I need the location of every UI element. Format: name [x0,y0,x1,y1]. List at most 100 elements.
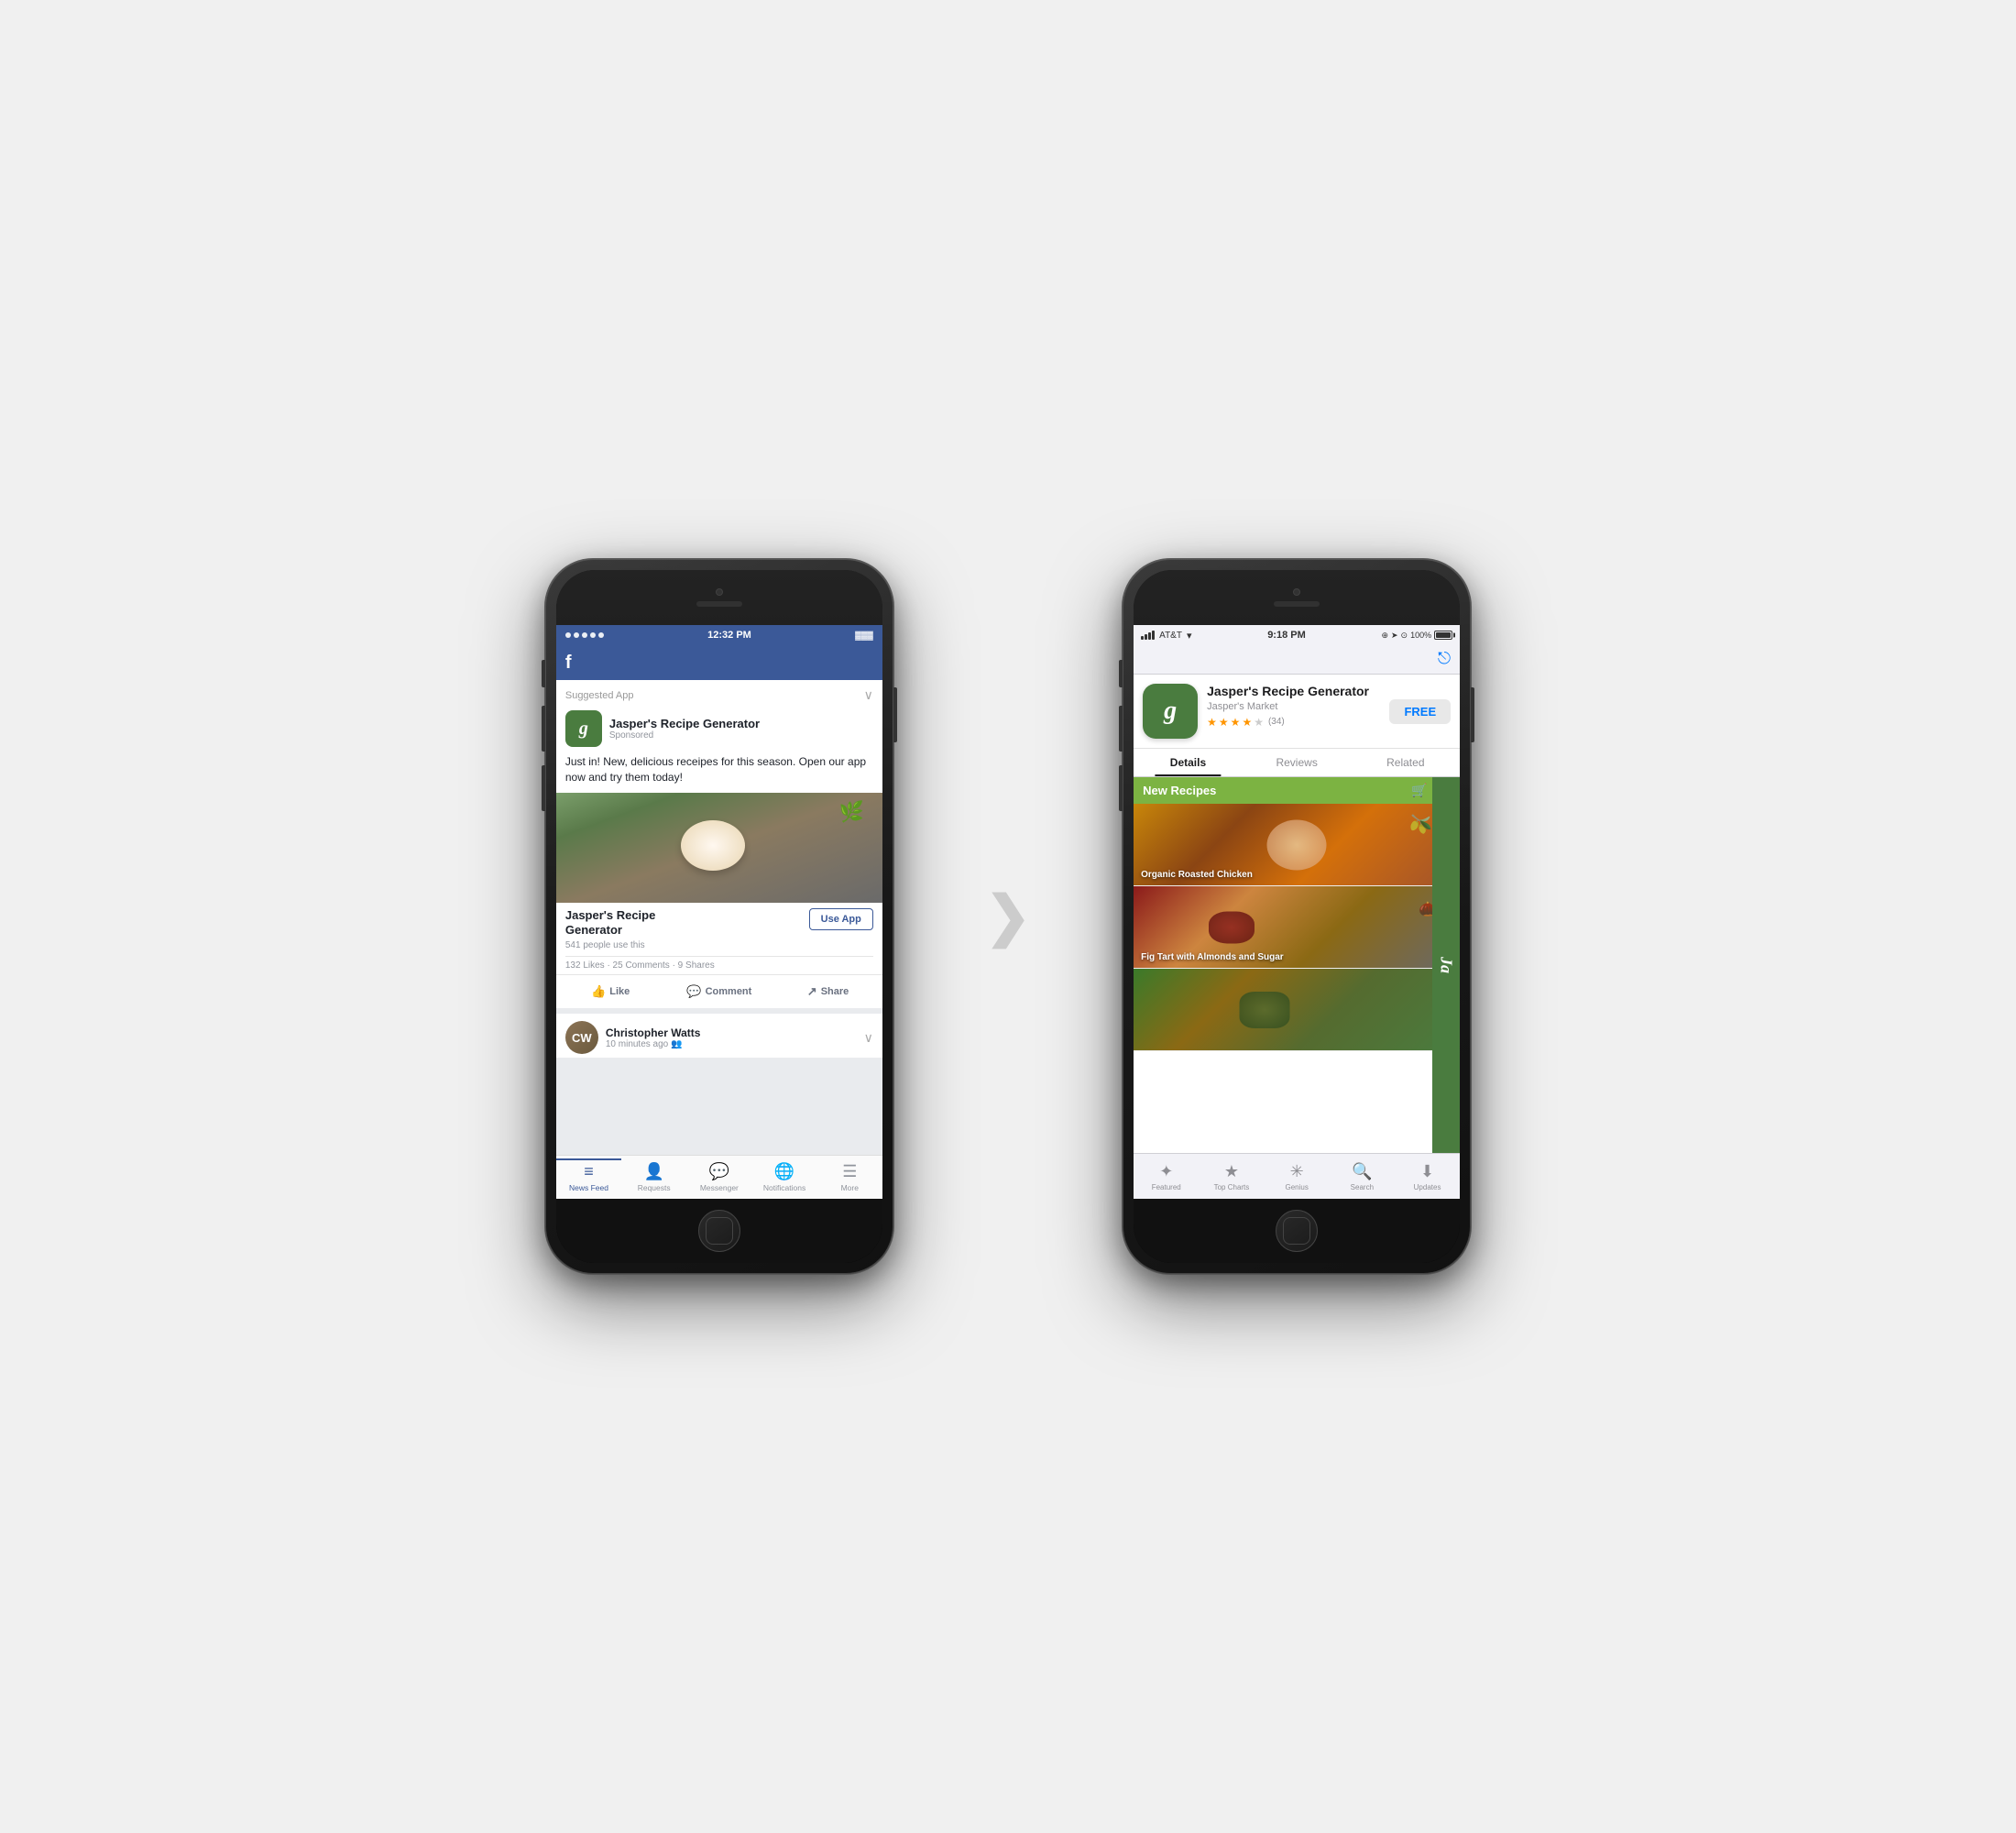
food-decoration: 🫒 [1409,813,1432,836]
side-letter: Ja [1437,957,1456,973]
phone-top [556,570,882,625]
top-charts-label: Top Charts [1214,1183,1250,1191]
cart-icon[interactable]: 🛒 [1411,783,1427,798]
users-count: 541 people use this [565,940,655,950]
as-content: New Recipes 🛒 🔍 🫒 Organic Roasted Chicke… [1134,777,1460,1153]
battery-fill [1436,632,1451,638]
fb-cta-row: Jasper's Recipe Generator 541 people use… [556,903,882,957]
camera-right [1293,588,1300,596]
food-shape-tart [1209,911,1255,943]
notifications-icon: 🌐 [774,1162,794,1181]
user-avatar: CW [565,1021,598,1054]
tab-notifications[interactable]: 🌐 Notifications [751,1158,816,1196]
use-app-button[interactable]: Use App [809,908,873,930]
bar-4 [1152,631,1155,640]
fb-post-meta: Christopher Watts 10 minutes ago 👥 [606,1026,701,1049]
tab-messenger[interactable]: 💬 Messenger [686,1158,751,1196]
camera [716,588,723,596]
bar-3 [1148,632,1151,640]
fb-nav-bar: f [556,645,882,680]
food-shape-chicken [1267,819,1327,870]
sponsored-label: Sponsored [609,730,873,741]
status-left: AT&T ▾ [1141,630,1191,642]
tab-more[interactable]: ☰ More [817,1158,882,1196]
messenger-icon: 💬 [709,1162,729,1181]
as-tab-bar: Details Reviews Related [1134,749,1460,777]
gps-icon: ➤ [1391,631,1398,641]
genius-icon: ✳ [1290,1162,1304,1181]
messenger-label: Messenger [700,1183,739,1192]
dot-1 [565,632,571,638]
status-right: ⊕ ➤ ⊙ 100% [1381,631,1452,641]
comment-button[interactable]: 💬 Comment [665,979,774,1004]
fb-app-details: Jasper's Recipe Generator Sponsored [609,717,873,741]
phone-bottom-right [1134,1199,1460,1263]
requests-label: Requests [638,1183,671,1192]
like-icon: 👍 [591,984,606,999]
bottom-tab-search[interactable]: 🔍 Search [1330,1162,1395,1191]
bottom-tab-updates[interactable]: ⬇ Updates [1395,1162,1460,1191]
section-title: New Recipes [1143,784,1216,797]
arrow: ❯ [985,884,1031,949]
notifications-label: Notifications [763,1183,805,1192]
active-indicator [556,1158,621,1160]
review-count: (34) [1268,717,1285,727]
carrier-label: AT&T [1159,631,1182,641]
signal-dots [565,632,604,638]
share-button[interactable]: ↗ Share [773,979,882,1004]
star-empty: ★ [1254,716,1264,729]
silent-button-right [1119,660,1123,687]
updates-icon: ⬇ [1420,1162,1434,1181]
phone-appstore: AT&T ▾ 9:18 PM ⊕ ➤ ⊙ 100% [1123,559,1471,1274]
tab-news-feed[interactable]: ≡ News Feed [556,1158,621,1196]
news-feed-label: News Feed [569,1183,608,1192]
app-name: Jasper's Recipe Generator [609,717,873,730]
suggested-app-label: Suggested App [565,690,634,701]
comment-icon: 💬 [686,984,701,999]
recipe-label-2: Fig Tart with Almonds and Sugar [1141,952,1284,962]
as-status-time: 9:18 PM [1267,630,1306,641]
tab-related[interactable]: Related [1351,749,1460,776]
fb-logo: f [565,653,572,674]
recipe-item-3 [1134,969,1460,1051]
home-button-right[interactable] [1276,1210,1318,1252]
dot-4 [590,632,596,638]
tab-requests[interactable]: 👤 Requests [621,1158,686,1196]
recipe-item-2: 🌰 Fig Tart with Almonds and Sugar [1134,886,1460,969]
tab-details[interactable]: Details [1134,749,1243,776]
dot-2 [574,632,579,638]
tab-reviews[interactable]: Reviews [1243,749,1352,776]
fb-actions-row: 👍 Like 💬 Comment ↗ Share [556,974,882,1008]
as-bottom-tab-bar: ✦ Featured ★ Top Charts ✳ Genius 🔍 [1134,1153,1460,1199]
share-icon: ↗ [807,984,817,999]
bottom-tab-featured[interactable]: ✦ Featured [1134,1162,1199,1191]
battery-indicator [1434,631,1452,640]
post-time: 10 minutes ago 👥 [606,1039,701,1049]
free-button[interactable]: FREE [1389,699,1451,724]
bottom-tab-top-charts[interactable]: ★ Top Charts [1199,1162,1264,1191]
food-shape-green [1239,992,1289,1028]
dot-5 [598,632,604,638]
cta-app-name-2: Generator [565,923,655,938]
share-button[interactable]: ⎋ [1438,649,1451,668]
bottom-tab-genius[interactable]: ✳ Genius [1265,1162,1330,1191]
as-green-header: New Recipes 🛒 🔍 [1134,777,1460,804]
as-nav: ⎋ [1134,645,1460,675]
bar-1 [1141,636,1144,640]
as-app-icon: g [1143,684,1198,739]
as-app-info: Jasper's Recipe Generator Jasper's Marke… [1207,684,1380,729]
search-bottom-icon: 🔍 [1352,1162,1372,1181]
recipe-label-1: Organic Roasted Chicken [1141,870,1253,880]
dot-3 [582,632,587,638]
wifi-icon: ▾ [1187,630,1192,642]
fb-post-card: CW Christopher Watts 10 minutes ago 👥 ∨ [556,1014,882,1058]
volume-down-button [542,765,545,811]
like-button[interactable]: 👍 Like [556,979,665,1004]
home-button[interactable] [698,1210,740,1252]
phone-bottom [556,1199,882,1263]
requests-icon: 👤 [643,1162,663,1181]
more-label: More [841,1183,859,1192]
speaker [696,601,742,607]
as-app-name: Jasper's Recipe Generator [1207,684,1380,699]
star-1: ★ [1207,716,1217,729]
